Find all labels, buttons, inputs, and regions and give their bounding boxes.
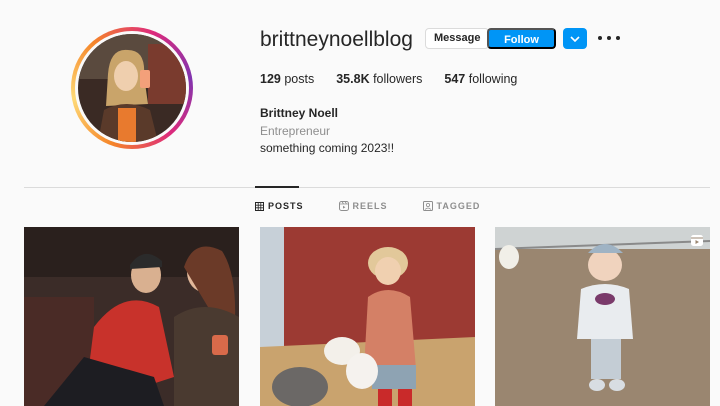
followers-stat[interactable]: 35.8K followers	[336, 72, 422, 86]
post-thumbnail[interactable]	[260, 227, 475, 406]
profile-tabs: POSTS REELS TAGGED	[255, 201, 515, 211]
posts-grid	[0, 227, 720, 406]
posts-label: posts	[284, 72, 315, 86]
post-thumbnail[interactable]	[24, 227, 239, 406]
post-thumbnail[interactable]	[495, 227, 710, 406]
profile-username: brittneynoellblog	[260, 28, 413, 51]
following-stat[interactable]: 547 following	[444, 72, 517, 86]
tab-posts[interactable]: POSTS	[255, 201, 304, 211]
following-label: following	[468, 72, 518, 86]
posts-stat: 129 posts	[260, 72, 314, 86]
tab-reels-label: REELS	[352, 201, 388, 211]
following-count: 547	[444, 72, 466, 86]
message-button[interactable]: Message	[425, 28, 490, 49]
tabs-divider	[24, 187, 710, 188]
grid-icon	[255, 201, 264, 211]
posts-count: 129	[260, 72, 281, 86]
profile-header: brittneynoellblog Message Follow 129 pos…	[0, 0, 720, 187]
tagged-icon	[422, 201, 433, 211]
reels-icon	[338, 201, 349, 211]
reel-badge-icon	[691, 235, 703, 246]
profile-avatar[interactable]	[78, 34, 186, 142]
suggested-dropdown-button[interactable]	[563, 28, 587, 49]
profile-full-name: Brittney Noell	[260, 106, 339, 120]
active-tab-indicator	[255, 186, 299, 188]
followers-count: 35.8K	[336, 72, 370, 86]
chevron-down-icon	[570, 35, 580, 42]
tab-tagged[interactable]: TAGGED	[422, 201, 481, 211]
tab-posts-label: POSTS	[268, 201, 304, 211]
profile-category: Entrepreneur	[260, 124, 331, 138]
profile-bio: something coming 2023!!	[260, 141, 395, 155]
followers-label: followers	[373, 72, 423, 86]
follow-button[interactable]: Follow	[487, 28, 556, 49]
story-ring[interactable]	[71, 27, 193, 149]
tab-tagged-label: TAGGED	[436, 201, 481, 211]
more-options-icon[interactable]	[598, 31, 620, 45]
tab-reels[interactable]: REELS	[338, 201, 388, 211]
profile-stats: 129 posts 35.8K followers 547 following	[260, 72, 539, 86]
